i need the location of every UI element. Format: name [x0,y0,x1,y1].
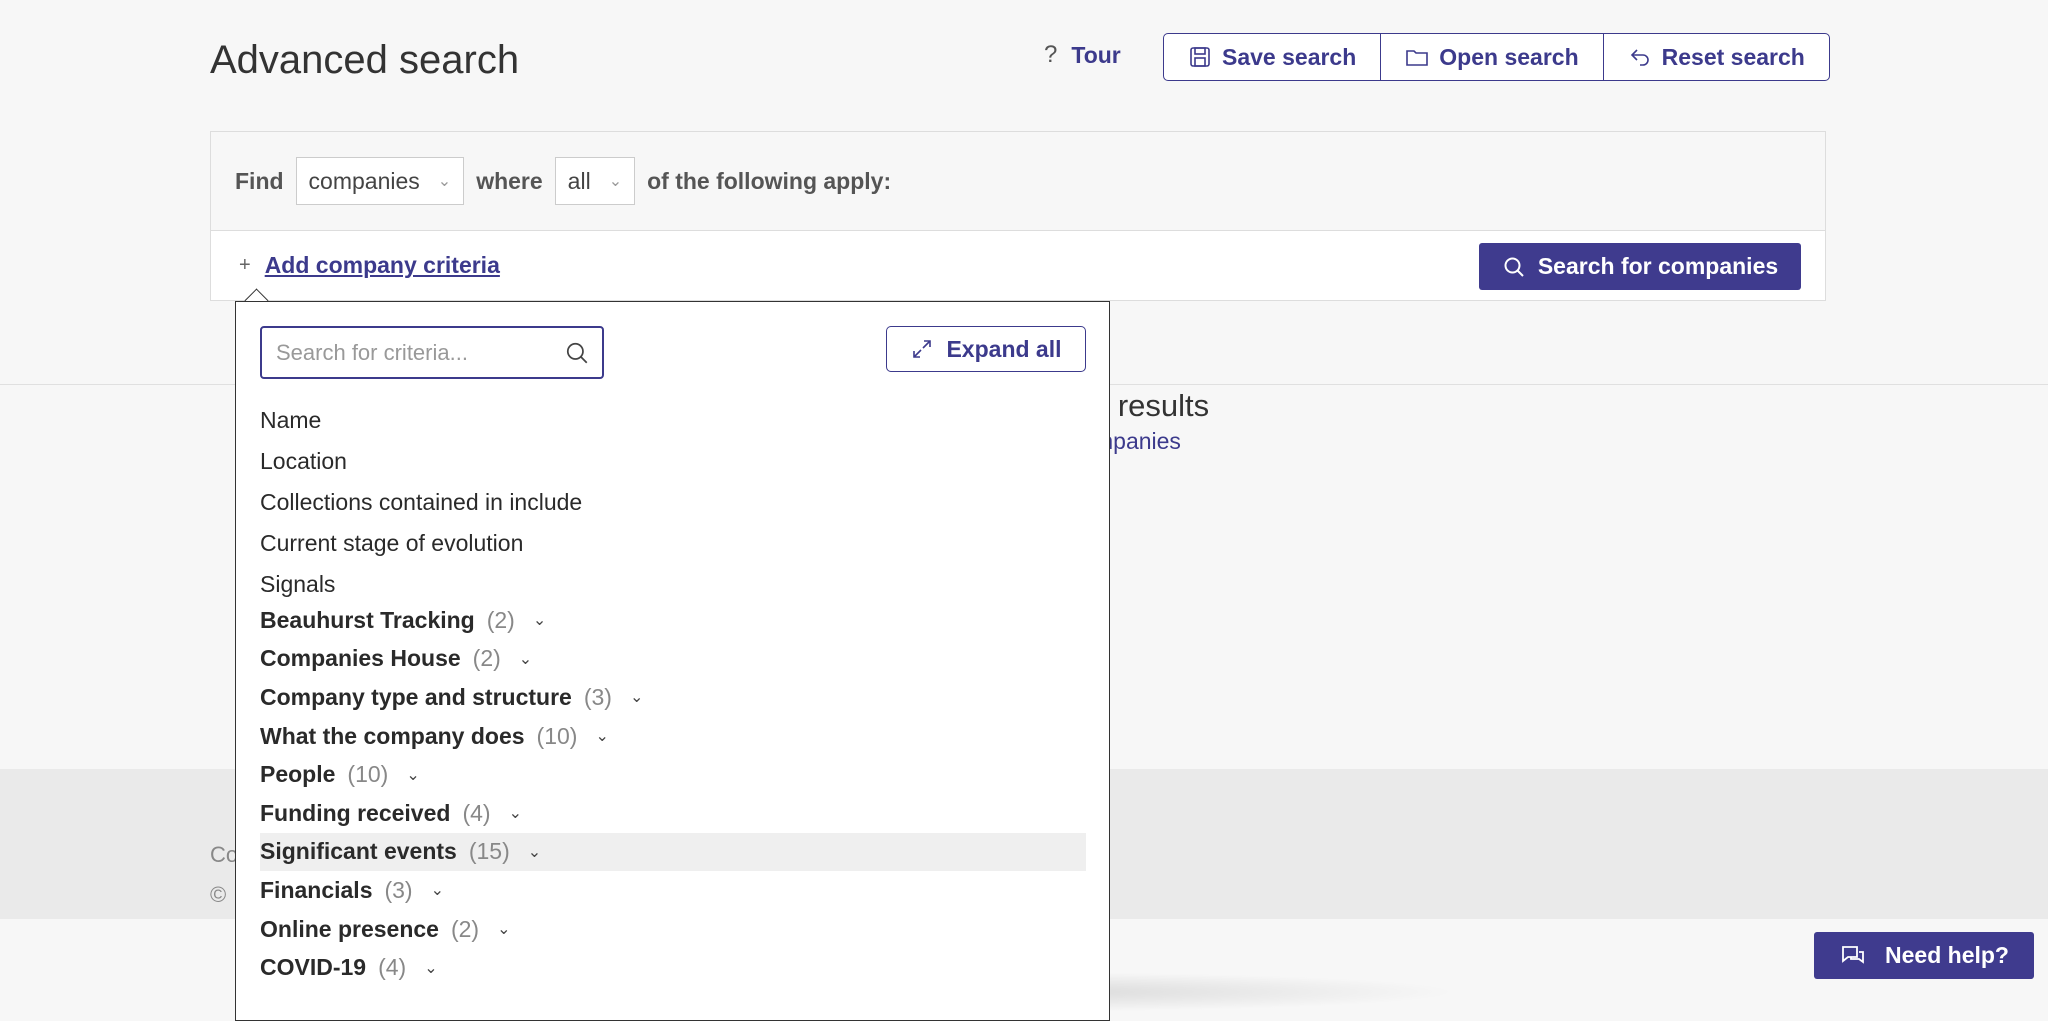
criteria-group[interactable]: People (10) ⌄ [260,755,1086,794]
reset-search-button[interactable]: Reset search [1602,34,1829,80]
group-count: (10) [347,761,389,788]
group-label: Companies House [260,645,461,672]
chevron-down-icon: ⌄ [497,921,511,939]
criteria-group[interactable]: Online presence (2) ⌄ [260,910,1086,949]
open-search-label: Open search [1439,43,1579,70]
group-count: (3) [384,876,413,903]
find-label: Find [235,167,284,194]
criteria-item-collections[interactable]: Collections contained in include [260,482,582,523]
open-search-button[interactable]: Open search [1380,34,1602,80]
criteria-group[interactable]: Funding received (4) ⌄ [260,794,1086,833]
criteria-groups: Beauhurst Tracking (2) ⌄ Companies House… [260,601,1086,987]
question-icon: ? [1044,41,1058,68]
group-label: People [260,761,336,788]
criteria-item-signals[interactable]: Signals [260,564,582,605]
need-help-button[interactable]: Need help? [1814,932,2034,979]
page-title: Advanced search [210,38,520,82]
group-count: (4) [378,954,407,981]
chevron-down-icon: ⌄ [518,650,533,668]
criteria-group[interactable]: What the company does (10) ⌄ [260,717,1086,756]
group-label: Company type and structure [260,683,572,710]
match-select-value: all [567,167,591,194]
chat-icon [1842,945,1864,964]
entity-select[interactable]: companies ⌄ [295,157,465,205]
group-label: Beauhurst Tracking [260,606,475,633]
save-search-label: Save search [1222,43,1357,70]
criteria-group[interactable]: Financials (3) ⌄ [260,871,1086,910]
criteria-item-name[interactable]: Name [260,400,582,441]
save-icon [1190,47,1210,67]
expand-all-button[interactable]: Expand all [886,326,1086,372]
tour-link[interactable]: ? Tour [1044,41,1121,69]
criteria-group[interactable]: Beauhurst Tracking (2) ⌄ [260,601,1086,640]
need-help-label: Need help? [1885,942,2009,968]
add-company-criteria-link[interactable]: Add company criteria [265,252,500,279]
search-for-companies-label: Search for companies [1537,253,1779,279]
group-count: (10) [536,722,578,749]
where-label: where [476,167,543,194]
group-count: (3) [583,683,612,710]
search-for-companies-button[interactable]: Search for companies [1479,243,1801,290]
apply-label: of the following apply: [647,167,892,194]
group-count: (4) [462,799,491,826]
criteria-group-hovered[interactable]: Significant events (15) ⌄ [260,832,1086,872]
group-label: Funding received [260,799,451,826]
reset-icon [1630,49,1649,66]
criteria-dropdown: Expand all Name Location Collections con… [235,301,1110,1021]
chevron-down-icon: ⌄ [608,173,623,190]
chevron-down-icon: ⌄ [532,612,547,630]
group-label: Significant events [260,838,457,865]
search-icon [1504,257,1524,277]
criteria-search-field[interactable] [260,326,604,379]
group-count: (15) [468,838,510,865]
criteria-group[interactable]: Companies House (2) ⌄ [260,640,1086,679]
chevron-down-icon: ⌄ [508,805,522,823]
group-label: Online presence [260,915,439,942]
plus-icon: + [239,254,251,276]
group-count: (2) [450,915,480,942]
criteria-list: Name Location Collections contained in i… [260,400,582,605]
expand-icon [913,340,932,358]
chevron-down-icon: ⌄ [527,843,542,861]
footer-text: Co [210,842,239,867]
add-company-criteria[interactable]: + Add company criteria [239,252,500,279]
save-search-button[interactable]: Save search [1164,34,1380,80]
criteria-group[interactable]: Company type and structure (3) ⌄ [260,678,1086,717]
find-row: Find companies ⌄ where all ⌄ of the foll… [211,132,1825,231]
chevron-down-icon: ⌄ [595,728,609,746]
group-label: COVID-19 [260,954,367,981]
chevron-down-icon: ⌄ [629,689,644,707]
expand-all-label: Expand all [946,335,1062,362]
group-label: Financials [260,876,373,903]
chevron-down-icon: ⌄ [406,766,420,784]
chevron-down-icon: ⌄ [424,959,438,977]
criteria-search-input[interactable] [274,338,564,367]
search-icon [566,342,588,363]
match-select[interactable]: all ⌄ [554,157,636,205]
criteria-item-stage[interactable]: Current stage of evolution [260,523,582,564]
group-label: What the company does [260,722,525,749]
footer-copyright: © [210,882,227,907]
criteria-group[interactable]: COVID-19 (4) ⌄ [260,948,1086,987]
tour-label: Tour [1071,41,1121,68]
group-count: (2) [472,645,501,672]
reset-search-label: Reset search [1661,43,1805,70]
chevron-down-icon: ⌄ [437,173,452,190]
criteria-item-location[interactable]: Location [260,441,582,482]
search-actions: Save search Open search Reset search [1163,33,1830,81]
chevron-down-icon: ⌄ [430,882,445,900]
criteria-panel: Find companies ⌄ where all ⌄ of the foll… [210,131,1826,301]
folder-icon [1406,50,1429,66]
group-count: (2) [486,606,515,633]
entity-select-value: companies [308,167,420,194]
